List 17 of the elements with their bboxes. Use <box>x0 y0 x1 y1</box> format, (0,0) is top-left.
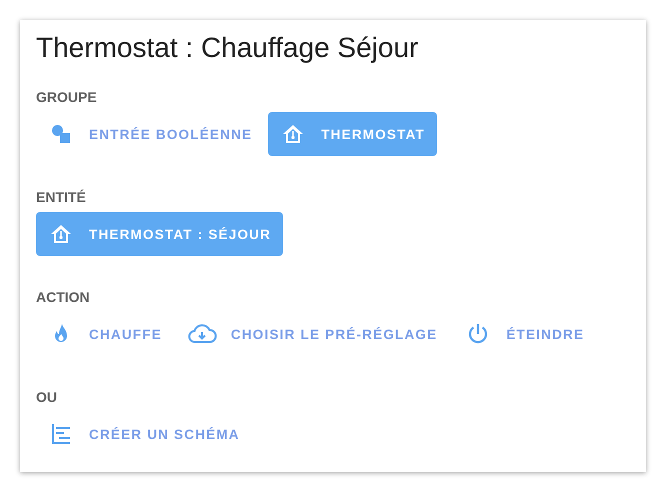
section-label: ENTITÉ <box>36 188 87 206</box>
shapes-icon <box>49 122 73 146</box>
section-label: GROUPE <box>36 88 98 106</box>
option-button[interactable]: ÉTEINDRE <box>453 312 596 356</box>
chart-icon <box>49 422 73 446</box>
cloud-download-icon <box>186 322 217 346</box>
section-label: OU <box>36 388 58 406</box>
option-button[interactable]: THERMOSTAT : SÉJOUR <box>36 212 284 256</box>
option-button[interactable]: CRÉER UN SCHÉMA <box>36 412 252 456</box>
option-button[interactable]: CHAUFFE <box>36 312 174 356</box>
house-thermometer-icon <box>281 122 306 146</box>
card-title: Thermostat : Chauffage Séjour <box>36 32 420 64</box>
section-label: ACTION <box>36 288 91 306</box>
option-button[interactable]: THERMOSTAT <box>268 112 437 156</box>
option-button[interactable]: ENTRÉE BOOLÉENNE <box>36 112 264 156</box>
option-button[interactable]: CHOISIR LE PRÉ-RÉGLAGE <box>178 312 450 356</box>
house-thermometer-icon <box>49 222 73 246</box>
